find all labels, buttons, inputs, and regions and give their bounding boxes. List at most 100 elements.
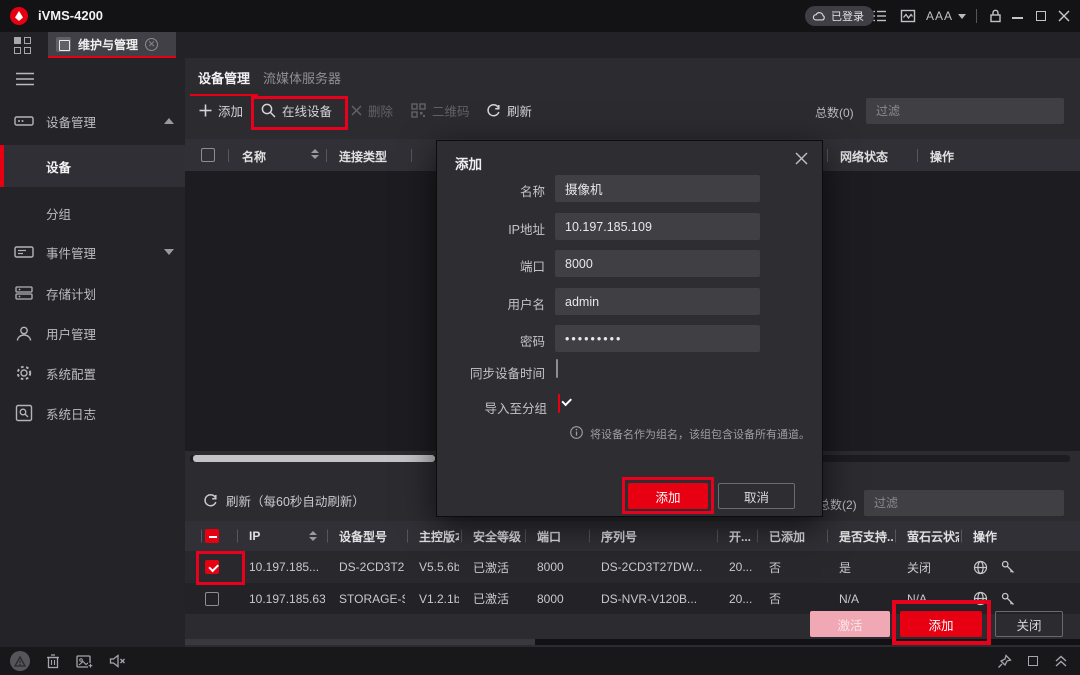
online-close-button[interactable]: 关闭 <box>995 611 1063 637</box>
restore-panel-icon[interactable] <box>1028 656 1038 666</box>
online-table-header: IP 设备型号 主控版本 安全等级 端口 序列号 开... 已添加 是否支持..… <box>185 521 1080 551</box>
chevron-down-icon[interactable] <box>958 14 966 19</box>
password-field[interactable]: ••••••••• <box>555 325 760 352</box>
system-log-icon <box>14 404 34 422</box>
qr-code-label: 二维码 <box>432 101 470 120</box>
column-operation[interactable]: 操作 <box>930 148 954 165</box>
column-security[interactable]: 安全等级 <box>459 528 523 545</box>
select-all-checkbox[interactable] <box>201 148 215 162</box>
mute-speaker-icon[interactable] <box>109 654 126 668</box>
close-button[interactable] <box>1058 10 1070 22</box>
sidebar-item-label: 系统日志 <box>46 404 96 423</box>
column-port[interactable]: 端口 <box>523 528 587 545</box>
device-filter-input[interactable] <box>866 98 1064 124</box>
sort-arrows-icon[interactable] <box>309 531 317 541</box>
column-supported[interactable]: 是否支持... <box>825 528 893 545</box>
online-refresh-label: 刷新（每60秒自动刷新） <box>226 491 365 510</box>
column-start-time[interactable]: 开... <box>715 528 755 545</box>
name-field[interactable]: 摄像机 <box>555 175 760 202</box>
divider <box>976 9 977 23</box>
sidebar-item-event-management[interactable]: 事件管理 <box>0 232 185 272</box>
online-table-row[interactable]: 10.197.185... DS-2CD3T2... V5.5.6b... 已激… <box>185 551 1080 583</box>
online-scrollbar-thumb[interactable] <box>185 639 535 645</box>
alarm-notification-icon[interactable] <box>10 651 30 671</box>
cloud-icon <box>812 10 826 22</box>
column-model[interactable]: 设备型号 <box>325 528 405 545</box>
column-firmware[interactable]: 主控版本 <box>405 528 459 545</box>
add-device-dialog: 添加 名称 摄像机 IP地址 10.197.185.109 端口 8000 用户… <box>437 141 822 516</box>
snapshot-icon[interactable] <box>76 654 93 669</box>
online-select-all-checkbox[interactable] <box>205 529 219 543</box>
dialog-cancel-button[interactable]: 取消 <box>718 483 795 509</box>
cell-ip: 10.197.185... <box>235 560 325 574</box>
port-field[interactable]: 8000 <box>555 250 760 277</box>
dialog-close-icon[interactable] <box>795 152 808 165</box>
task-queue-icon[interactable] <box>872 8 888 24</box>
key-icon[interactable] <box>1001 592 1015 606</box>
collapse-arrow-icon[interactable] <box>164 118 174 124</box>
dialog-title: 添加 <box>455 153 482 173</box>
tab-close-icon[interactable]: ✕ <box>145 38 158 51</box>
sidebar-item-device[interactable]: 设备 <box>0 145 185 187</box>
tab-streaming-server[interactable]: 流媒体服务器 <box>263 68 341 87</box>
module-icon <box>56 37 71 52</box>
plus-icon <box>199 104 212 117</box>
cell-added: 否 <box>755 590 825 607</box>
import-group-checkbox[interactable] <box>558 394 560 413</box>
column-serial[interactable]: 序列号 <box>587 528 715 545</box>
column-added[interactable]: 已添加 <box>755 528 825 545</box>
cell-ip: 10.197.185.63 <box>235 592 325 606</box>
sidebar-item-system-configuration[interactable]: 系统配置 <box>0 353 185 393</box>
key-icon[interactable] <box>1001 560 1015 574</box>
cell-firmware: V1.2.1b... <box>405 592 459 606</box>
trash-icon[interactable] <box>46 653 60 669</box>
column-ip[interactable]: IP <box>235 529 325 543</box>
online-refresh-button[interactable]: 刷新（每60秒自动刷新） <box>203 491 365 510</box>
name-field-label: 名称 <box>437 181 545 200</box>
expand-arrow-icon[interactable] <box>164 249 174 255</box>
refresh-button[interactable]: 刷新 <box>486 99 532 121</box>
sidebar-item-user-management[interactable]: 用户管理 <box>0 313 185 353</box>
ip-address-field[interactable]: 10.197.185.109 <box>555 213 760 240</box>
sidebar-item-group[interactable]: 分组 <box>0 193 185 233</box>
login-status-label: 已登录 <box>831 8 864 24</box>
column-ezviz-status[interactable]: 萤石云状态 <box>893 528 959 545</box>
annotation-online-add <box>892 600 991 645</box>
qr-code-button[interactable]: 二维码 <box>411 99 470 121</box>
column-name[interactable]: 名称 <box>242 148 266 165</box>
column-connection-type[interactable]: 连接类型 <box>339 148 387 165</box>
login-status-badge[interactable]: 已登录 <box>805 6 874 26</box>
sidebar-item-storage-schedule[interactable]: 存储计划 <box>0 273 185 313</box>
tab-device-management[interactable]: 设备管理 <box>198 68 250 87</box>
collapse-up-icon[interactable] <box>1054 654 1068 668</box>
performance-monitor-icon[interactable] <box>900 8 916 24</box>
tab-maintenance-management[interactable]: 维护与管理 ✕ <box>48 32 176 58</box>
cell-ezviz-status: 关闭 <box>893 559 959 576</box>
activate-button[interactable]: 激活 <box>810 611 890 637</box>
hamburger-menu-icon[interactable] <box>16 72 34 86</box>
column-operation[interactable]: 操作 <box>959 528 1080 545</box>
delete-label: 删除 <box>368 101 393 120</box>
lock-icon[interactable] <box>988 8 1003 24</box>
sync-time-checkbox[interactable] <box>556 359 558 378</box>
cell-security: 已激活 <box>459 559 523 576</box>
globe-icon[interactable] <box>973 560 988 575</box>
row-checkbox[interactable] <box>205 592 219 606</box>
delete-device-button[interactable]: 删除 <box>351 99 393 121</box>
cell-serial: DS-NVR-V120B... <box>587 592 715 606</box>
sidebar-item-device-management[interactable]: 设备管理 <box>0 101 185 141</box>
online-filter-input[interactable] <box>864 490 1064 516</box>
pin-icon[interactable] <box>997 654 1012 669</box>
sort-arrows-icon[interactable] <box>311 149 319 159</box>
sidebar-item-system-log[interactable]: 系统日志 <box>0 393 185 433</box>
horizontal-scrollbar-thumb[interactable] <box>193 455 435 462</box>
maximize-button[interactable] <box>1036 11 1046 21</box>
font-size-label[interactable]: AAA <box>926 9 953 23</box>
username-field[interactable]: admin <box>555 288 760 315</box>
add-device-button[interactable]: 添加 <box>199 99 243 121</box>
minimize-button[interactable] <box>1012 17 1023 19</box>
home-grid-icon[interactable] <box>14 37 31 54</box>
online-scrollbar-track[interactable] <box>535 639 1080 645</box>
column-network-status[interactable]: 网络状态 <box>840 148 888 165</box>
annotation-row-checkbox <box>196 551 245 585</box>
